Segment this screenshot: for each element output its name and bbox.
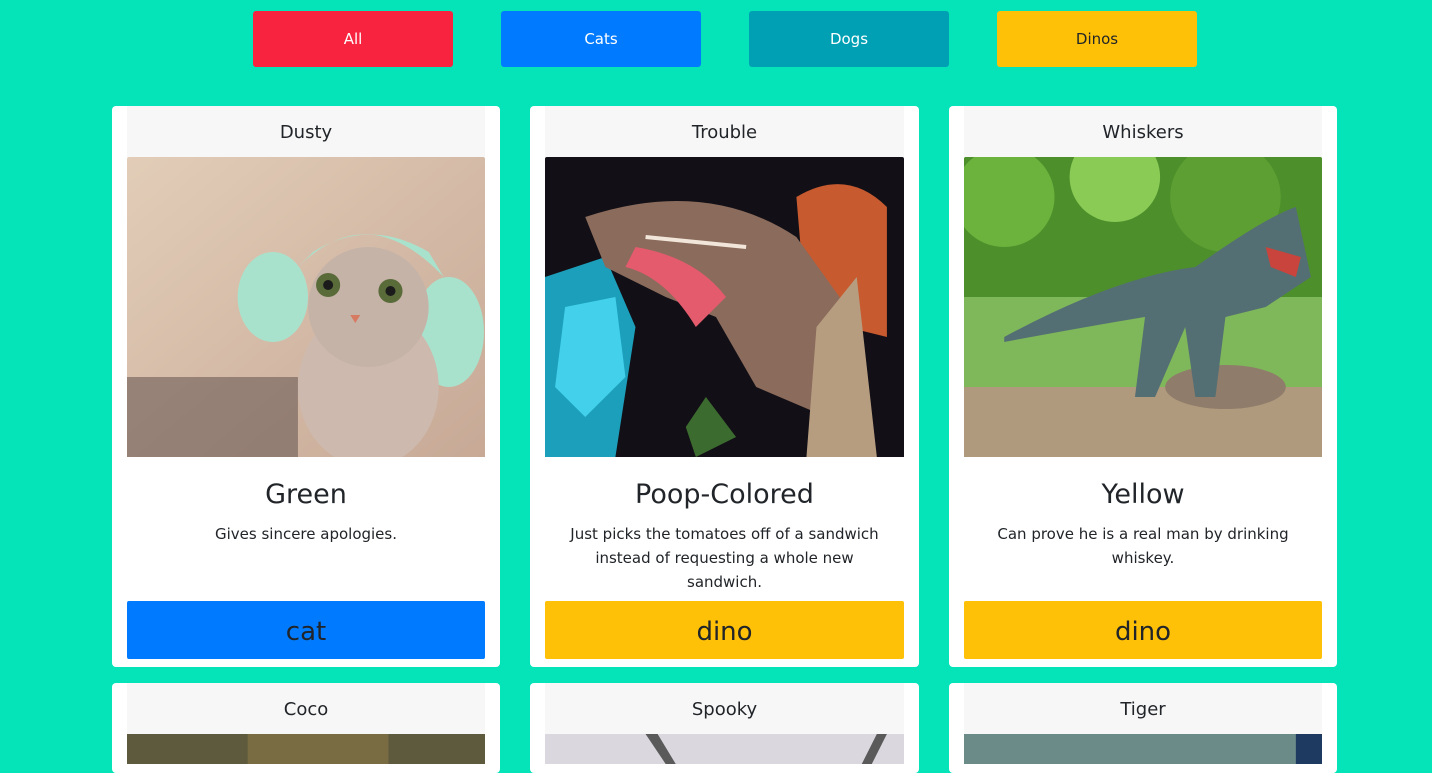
pet-type-badge: dino [964,601,1322,659]
pet-card: Tiger [949,683,1337,773]
cat-photo [127,157,485,457]
pet-name: Tiger [964,683,1322,734]
dino-photo [545,157,904,457]
dino-photo [964,157,1322,457]
pet-photo [545,734,904,764]
pet-card: Dusty Green Gives sincere apologies. cat [112,106,500,667]
pet-description: Gives sincere apologies. [214,525,397,543]
filter-cats-button[interactable]: Cats [501,11,701,67]
filter-all-button[interactable]: All [253,11,453,67]
pet-grid: Dusty Green Gives sincere apologies. cat [112,106,1337,773]
filter-bar: All Cats Dogs Dinos [253,11,1197,67]
pet-card: Whiskers Yellow Can prove he is a real m… [949,106,1337,667]
pet-name: Whiskers [964,106,1322,157]
pet-color: Green [265,479,347,510]
pet-description: Just picks the tomatoes off of a sandwic… [570,525,879,591]
pet-name: Spooky [545,683,904,734]
pet-description: Can prove he is a real man by drinking w… [997,525,1289,567]
pet-card: Spooky [530,683,919,773]
pet-color: Yellow [1101,479,1185,510]
filter-dinos-button[interactable]: Dinos [997,11,1197,67]
pet-photo [127,734,485,764]
pet-name: Coco [127,683,485,734]
pet-color: Poop-Colored [635,479,814,510]
filter-dogs-button[interactable]: Dogs [749,11,949,67]
pet-photo [964,734,1322,764]
pet-card: Trouble Poop-Colored Just picks the toma… [530,106,919,667]
pet-card: Coco [112,683,500,773]
pet-type-badge: dino [545,601,904,659]
pet-name: Trouble [545,106,904,157]
pet-name: Dusty [127,106,485,157]
pet-type-badge: cat [127,601,485,659]
